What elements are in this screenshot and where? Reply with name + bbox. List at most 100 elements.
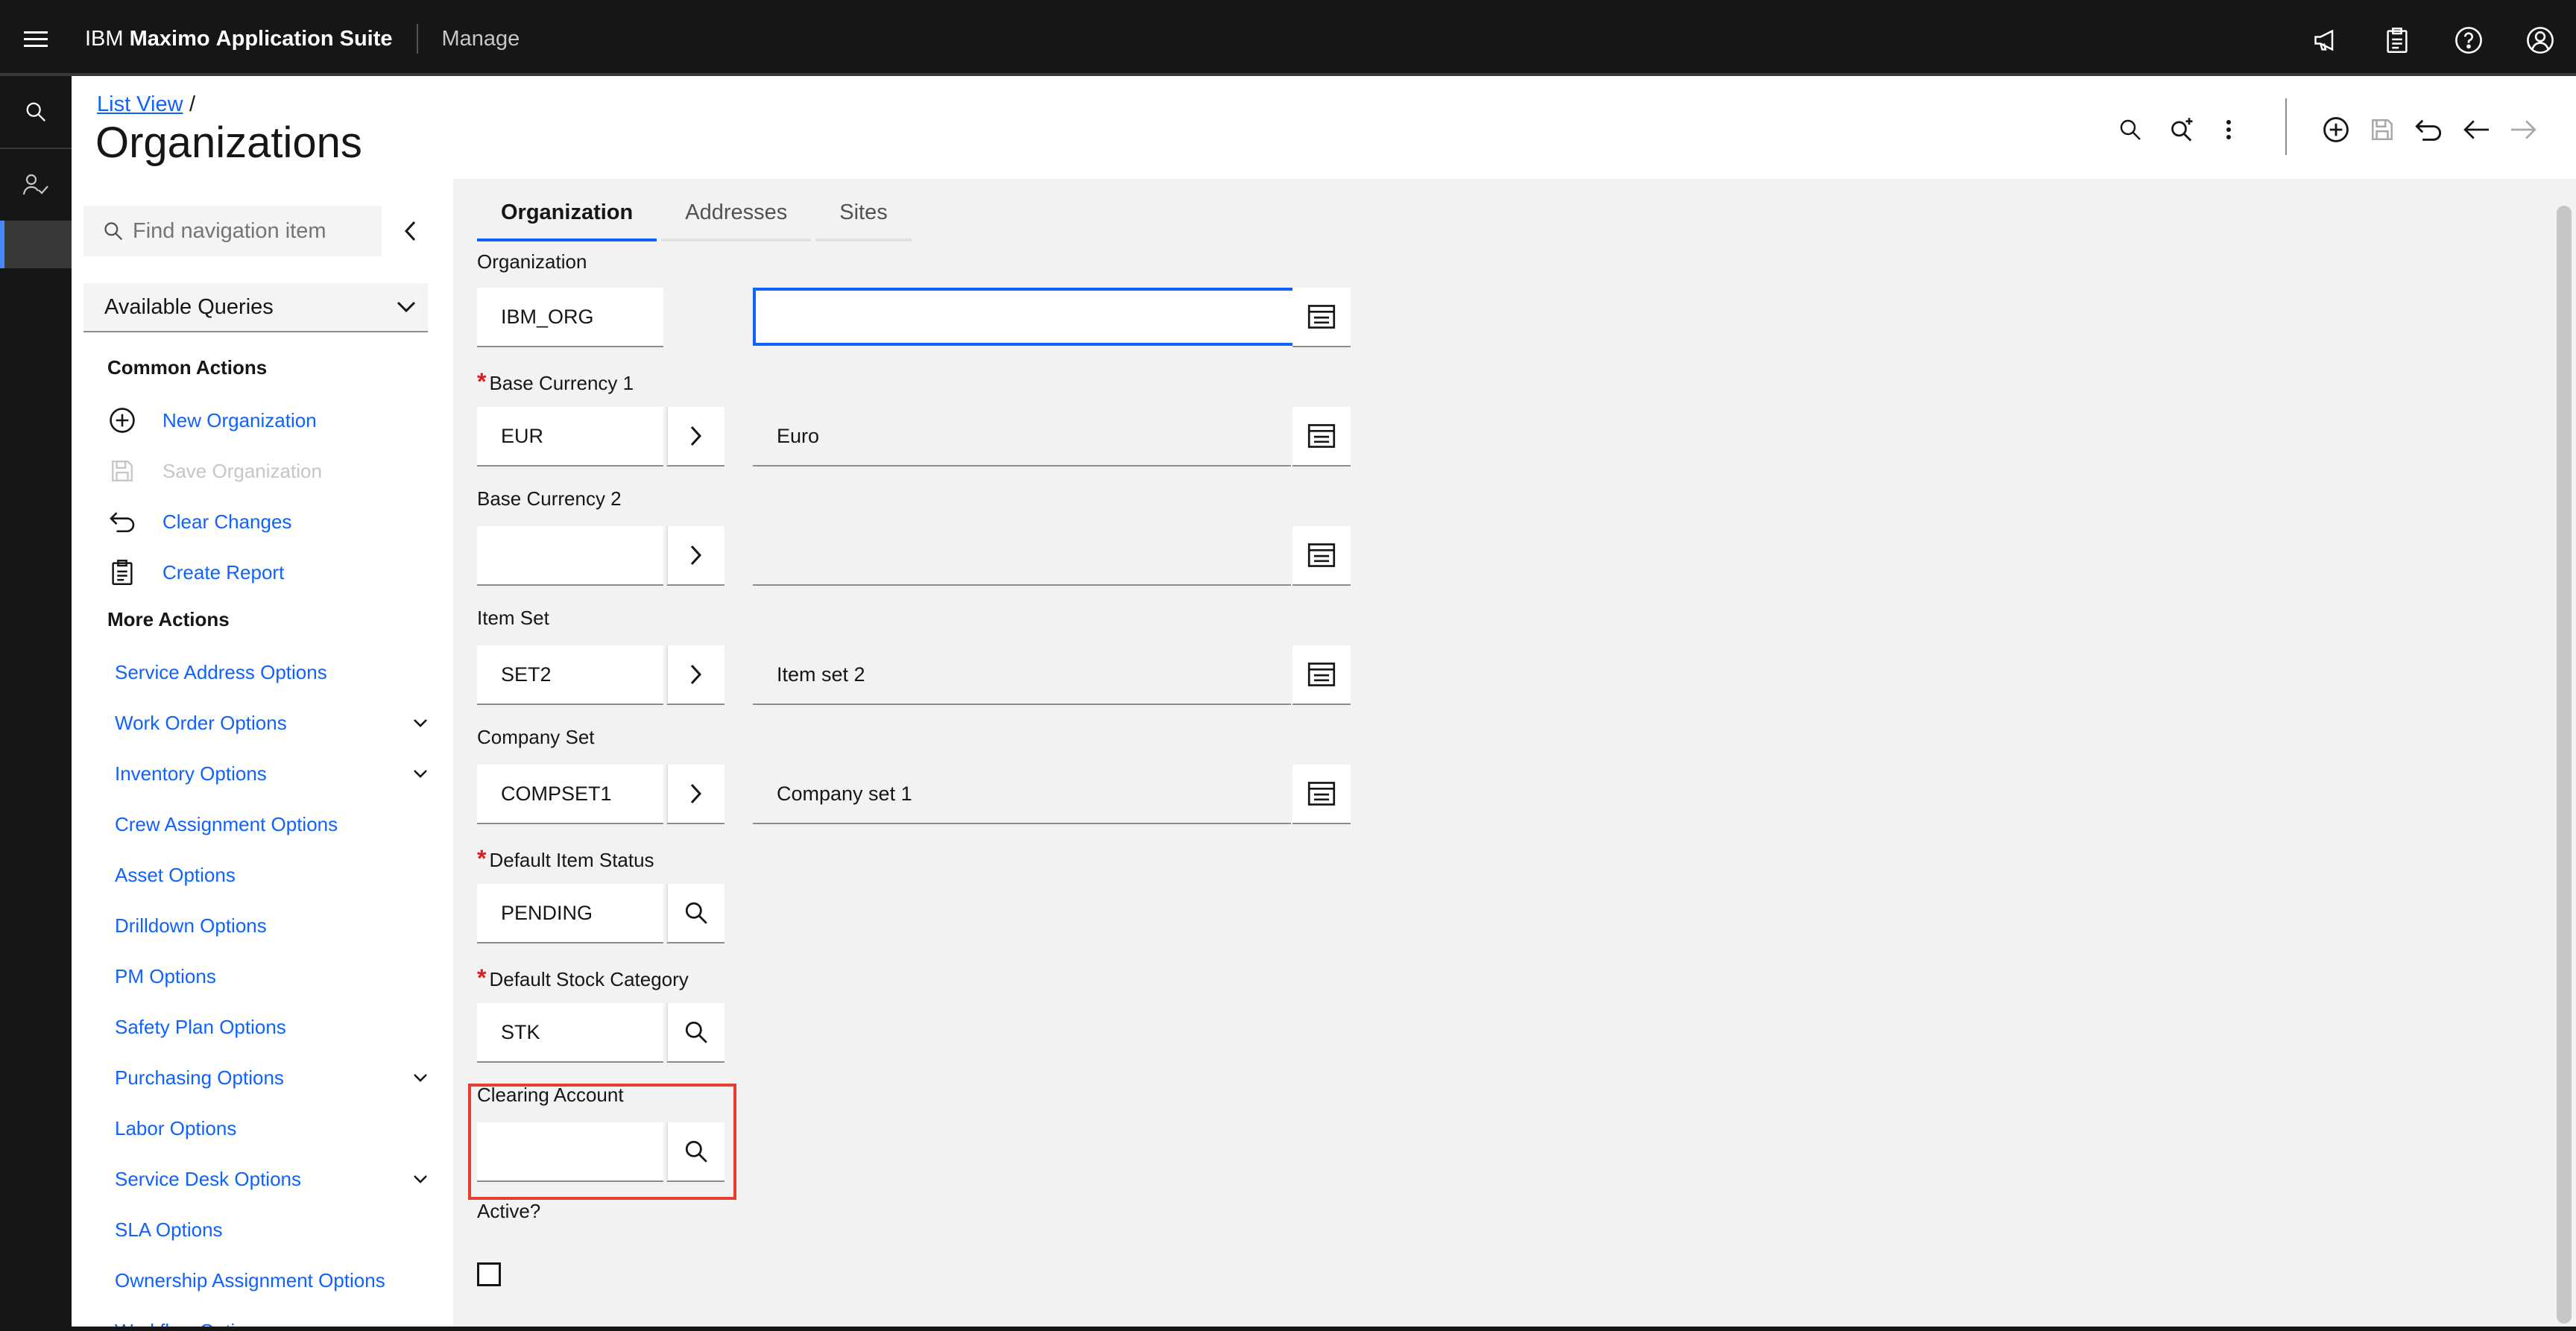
available-queries-label: Available Queries	[104, 294, 274, 319]
company-set-label: Company Set	[477, 726, 595, 748]
more-action-item[interactable]: Drilldown Options	[115, 907, 428, 944]
collapse-chevron-icon[interactable]	[392, 213, 428, 249]
chevron-right-icon[interactable]	[666, 645, 724, 705]
organization-field: IBM_ORG	[477, 288, 663, 347]
clear-changes-action[interactable]: Clear Changes	[107, 503, 291, 540]
item-set-description: Item set 2	[753, 645, 1291, 705]
chevron-down-icon[interactable]	[413, 1174, 428, 1183]
chevron-right-icon[interactable]	[666, 526, 724, 586]
chevron-down-icon[interactable]	[413, 718, 428, 727]
save-icon	[2358, 106, 2406, 154]
more-action-item[interactable]: Service Address Options	[115, 654, 428, 691]
available-queries-dropdown[interactable]: Available Queries	[83, 283, 428, 332]
more-action-item[interactable]: Labor Options	[115, 1110, 428, 1147]
add-circle-icon	[107, 405, 137, 435]
chevron-right-icon[interactable]	[666, 407, 724, 467]
page-header: List View / Organizations	[72, 76, 2576, 179]
more-action-item[interactable]: PM Options	[115, 958, 428, 995]
rail-active-item[interactable]	[0, 221, 72, 268]
chevron-down-icon	[397, 301, 416, 313]
left-rail	[0, 76, 72, 1327]
required-indicator: *	[477, 368, 487, 395]
clipboard-icon[interactable]	[2361, 4, 2433, 76]
user-tasks-icon[interactable]	[0, 149, 72, 221]
add-icon[interactable]	[2312, 106, 2360, 154]
navigation-search-input[interactable]	[133, 218, 371, 244]
more-action-item[interactable]: Service Desk Options	[115, 1160, 428, 1198]
navigation-sidebar: Available Queries Common Actions New Org…	[72, 179, 453, 1327]
arrow-right-icon	[2500, 106, 2548, 154]
more-action-item[interactable]: Workflow Options	[115, 1312, 428, 1327]
default-stock-category-label: * Default Stock Category	[477, 964, 689, 991]
more-action-item[interactable]: Asset Options	[115, 856, 428, 894]
item-label: Workflow Options	[115, 1320, 266, 1327]
user-avatar-icon[interactable]	[2504, 4, 2576, 76]
breadcrumb-list-view[interactable]: List View	[97, 92, 183, 117]
help-icon[interactable]	[2433, 4, 2504, 76]
item-label: Work Order Options	[115, 711, 287, 734]
default-item-status-field[interactable]: PENDING	[477, 884, 663, 943]
action-label: Clear Changes	[162, 510, 292, 533]
long-description-icon[interactable]	[1292, 407, 1351, 467]
divider	[2285, 98, 2287, 155]
page-title: Organizations	[95, 118, 362, 167]
more-action-item[interactable]: SLA Options	[115, 1211, 428, 1248]
long-description-icon[interactable]	[1292, 288, 1351, 347]
item-label: Inventory Options	[115, 762, 267, 785]
item-label: SLA Options	[115, 1218, 223, 1241]
item-label: Safety Plan Options	[115, 1015, 286, 1038]
more-action-item[interactable]: Safety Plan Options	[115, 1008, 428, 1046]
more-action-item[interactable]: Purchasing Options	[115, 1059, 428, 1096]
item-label: Service Address Options	[115, 660, 327, 683]
long-description-icon[interactable]	[1292, 765, 1351, 824]
tab-bar: Organization Addresses Sites	[477, 186, 916, 241]
create-report-action[interactable]: Create Report	[107, 554, 284, 591]
chevron-right-icon[interactable]	[666, 765, 724, 824]
base-currency-1-field[interactable]: EUR	[477, 407, 663, 467]
divider	[416, 24, 418, 54]
chevron-down-icon[interactable]	[413, 769, 428, 778]
active-label: Active?	[477, 1200, 541, 1222]
module-name: Manage	[441, 26, 520, 51]
announcement-icon[interactable]	[2290, 4, 2361, 76]
lookup-search-icon[interactable]	[666, 1003, 724, 1063]
product-name[interactable]: IBM Maximo Application Suite	[85, 27, 393, 51]
tab-sites[interactable]: Sites	[815, 186, 912, 241]
more-action-item[interactable]: Work Order Options	[115, 704, 428, 742]
more-action-item[interactable]: Crew Assignment Options	[115, 806, 428, 843]
organization-description-field[interactable]	[753, 288, 1295, 346]
item-set-field[interactable]: SET2	[477, 645, 663, 705]
item-label: Purchasing Options	[115, 1066, 284, 1089]
new-organization-action[interactable]: New Organization	[107, 402, 317, 439]
chevron-down-icon[interactable]	[413, 1073, 428, 1082]
more-action-item[interactable]: Inventory Options	[115, 755, 428, 792]
save-organization-action: Save Organization	[107, 452, 322, 490]
advanced-search-icon[interactable]	[2159, 106, 2206, 154]
default-stock-category-field[interactable]: STK	[477, 1003, 663, 1063]
long-description-icon[interactable]	[1292, 526, 1351, 586]
app-window: IBM Maximo Application Suite Manage List…	[0, 4, 2576, 1327]
base-currency-1-description: Euro	[753, 407, 1291, 467]
item-label: Asset Options	[115, 863, 236, 886]
content-scrollbar[interactable]	[2557, 206, 2572, 1324]
long-description-icon[interactable]	[1292, 645, 1351, 705]
active-checkbox[interactable]	[477, 1262, 501, 1286]
more-action-item[interactable]: Ownership Assignment Options	[115, 1262, 428, 1299]
navigation-search[interactable]	[83, 206, 382, 256]
search-icon[interactable]	[0, 76, 72, 148]
base-currency-2-description	[753, 526, 1291, 586]
base-currency-2-field[interactable]	[477, 526, 663, 586]
menu-icon[interactable]	[0, 4, 72, 75]
lookup-search-icon[interactable]	[666, 884, 724, 943]
item-label: Crew Assignment Options	[115, 812, 338, 835]
overflow-menu-icon[interactable]	[2205, 106, 2253, 154]
search-icon[interactable]	[2106, 106, 2154, 154]
tab-addresses[interactable]: Addresses	[661, 186, 812, 241]
undo-icon[interactable]	[2405, 106, 2452, 154]
company-set-field[interactable]: COMPSET1	[477, 765, 663, 824]
organization-label: Organization	[477, 250, 587, 273]
arrow-left-icon[interactable]	[2452, 106, 2500, 154]
required-indicator: *	[477, 964, 487, 991]
top-bar: IBM Maximo Application Suite Manage	[0, 4, 2576, 76]
tab-organization[interactable]: Organization	[477, 186, 657, 241]
